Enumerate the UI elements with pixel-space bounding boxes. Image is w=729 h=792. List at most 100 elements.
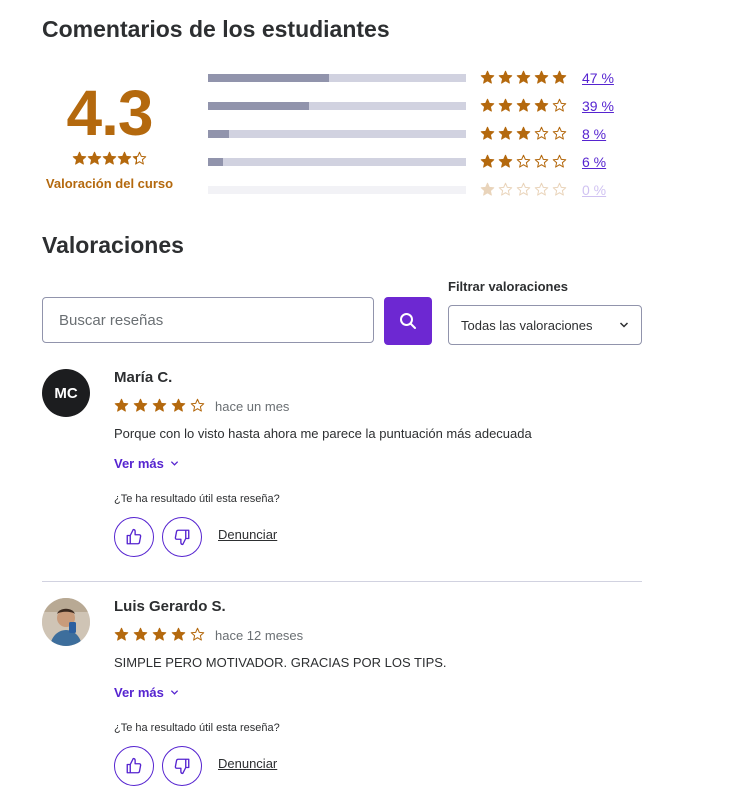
star-icon <box>552 183 567 196</box>
star-icon <box>117 152 132 165</box>
show-more-button[interactable]: Ver más <box>114 456 179 471</box>
star-icon <box>516 99 531 112</box>
star-icon <box>72 152 87 165</box>
rating-percent-link[interactable]: 47 % <box>582 68 614 88</box>
rating-bar <box>208 130 466 138</box>
star-icon <box>171 628 186 641</box>
rating-bar <box>208 102 466 110</box>
thumbs-up-button[interactable] <box>114 746 154 786</box>
rating-percent-link[interactable]: 8 % <box>582 124 606 144</box>
star-icon <box>498 99 513 112</box>
chevron-down-icon <box>170 690 178 695</box>
review-rating: hace 12 meses <box>114 626 303 644</box>
rating-bar-fill <box>208 74 330 82</box>
star-icon <box>534 155 549 168</box>
reviews-title: Valoraciones <box>42 232 184 258</box>
course-rating-label: Valoración del curso <box>45 176 174 191</box>
avatar: MC <box>42 369 90 417</box>
star-icon <box>552 99 567 112</box>
report-link[interactable]: Denunciar <box>218 756 277 771</box>
rating-percent-link[interactable]: 0 % <box>582 180 606 200</box>
search-icon <box>400 313 416 329</box>
star-icon <box>552 71 567 84</box>
course-rating-value: 4.3 <box>66 77 154 149</box>
rating-percent-link[interactable]: 39 % <box>582 96 614 116</box>
review-stars <box>114 626 209 644</box>
star-icon <box>133 628 148 641</box>
filter-selected-value: Todas las valoraciones <box>461 317 593 333</box>
review-stars <box>114 397 209 415</box>
star-icon <box>516 127 531 140</box>
star-icon <box>102 152 117 165</box>
chevron-down-icon <box>619 322 629 328</box>
star-icon <box>133 399 148 412</box>
star-icon <box>498 127 513 140</box>
review-rating: hace un mes <box>114 397 289 415</box>
rating-bar-fill <box>208 102 309 110</box>
reviewer-name: Luis Gerardo S. <box>114 598 226 615</box>
search-button[interactable] <box>384 297 432 345</box>
reviewer-name: María C. <box>114 369 173 386</box>
thumbs-down-button[interactable] <box>162 517 202 557</box>
review-text: Porque con lo visto hasta ahora me parec… <box>114 426 532 441</box>
filter-label: Filtrar valoraciones <box>448 279 568 294</box>
star-icon <box>152 399 167 412</box>
rating-row-1[interactable]: 0 % <box>208 180 628 200</box>
star-icon <box>480 183 495 196</box>
review-text: SIMPLE PERO MOTIVADOR. GRACIAS POR LOS T… <box>114 655 447 670</box>
star-icon <box>190 399 205 412</box>
star-icon <box>516 71 531 84</box>
thumbs-up-icon <box>126 528 142 545</box>
helpful-question: ¿Te ha resultado útil esta reseña? <box>114 493 280 505</box>
star-icon <box>498 71 513 84</box>
search-reviews-input[interactable] <box>42 297 374 343</box>
rating-row-2[interactable]: 6 % <box>208 152 628 172</box>
star-icon <box>480 127 495 140</box>
show-more-button[interactable]: Ver más <box>114 685 179 700</box>
star-icon <box>480 71 495 84</box>
report-link[interactable]: Denunciar <box>218 527 277 542</box>
star-icon <box>171 399 186 412</box>
feedback-title: Comentarios de los estudiantes <box>42 16 390 42</box>
thumbs-up-button[interactable] <box>114 517 154 557</box>
star-icon <box>552 127 567 140</box>
review-time: hace 12 meses <box>215 627 304 643</box>
course-rating-summary: 4.3 Valoración del curso <box>42 78 177 191</box>
star-icon <box>534 71 549 84</box>
star-icon <box>480 155 495 168</box>
star-icon <box>534 99 549 112</box>
thumbs-up-icon <box>126 757 142 774</box>
chevron-down-icon <box>170 461 178 466</box>
filter-ratings-select[interactable]: Todas las valoraciones <box>448 305 642 345</box>
rating-row-stars <box>480 152 570 172</box>
star-icon <box>498 183 513 196</box>
avatar <box>42 598 90 646</box>
review-time: hace un mes <box>215 398 290 414</box>
rating-row-5[interactable]: 47 % <box>208 68 628 88</box>
star-icon <box>152 628 167 641</box>
star-icon <box>114 628 129 641</box>
rating-percent-link[interactable]: 6 % <box>582 152 606 172</box>
rating-row-3[interactable]: 8 % <box>208 124 628 144</box>
star-icon <box>498 155 513 168</box>
star-icon <box>132 152 147 165</box>
thumbs-down-button[interactable] <box>162 746 202 786</box>
course-rating-stars <box>42 150 177 168</box>
star-icon <box>534 127 549 140</box>
star-icon <box>87 152 102 165</box>
star-icon <box>114 399 129 412</box>
rating-bar-fill <box>208 130 229 138</box>
thumbs-down-icon <box>174 758 190 775</box>
rating-row-4[interactable]: 39 % <box>208 96 628 116</box>
star-icon <box>534 183 549 196</box>
show-more-label: Ver más <box>114 685 164 700</box>
star-icon <box>190 628 205 641</box>
star-icon <box>552 155 567 168</box>
rating-row-stars <box>480 96 570 116</box>
rating-bar <box>208 74 466 82</box>
rating-row-stars <box>480 124 570 144</box>
star-icon <box>480 99 495 112</box>
rating-row-stars <box>480 68 570 88</box>
star-icon <box>516 155 531 168</box>
review-divider <box>42 581 642 582</box>
